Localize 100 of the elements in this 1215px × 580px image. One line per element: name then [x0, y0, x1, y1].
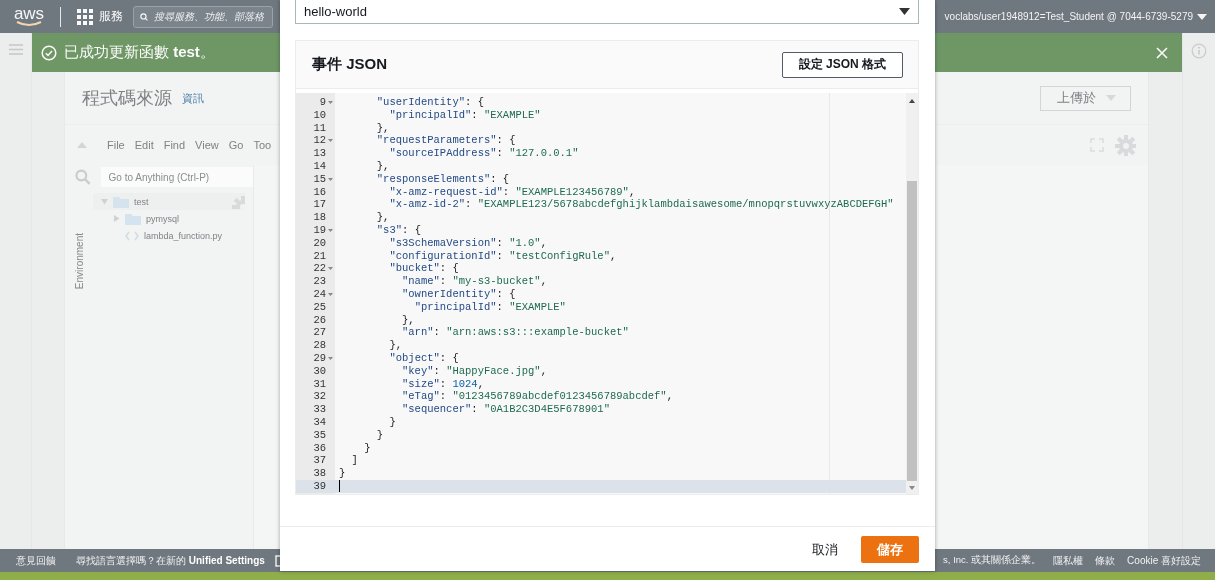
code-line: "sourceIPAddress": "127.0.0.1" [388, 147, 579, 160]
code-line: }, [401, 313, 415, 327]
footer-link[interactable]: Cookie 喜好設定 [1127, 553, 1201, 568]
folder-icon [125, 212, 141, 225]
line-number: 14 [313, 160, 326, 173]
menu-item[interactable]: Find [163, 139, 186, 151]
line-number: 31 [313, 377, 326, 391]
text-cursor [339, 480, 340, 493]
folder-name[interactable]: pymysql [146, 213, 179, 224]
line-number: 26 [313, 313, 326, 327]
code-line: "bucket": { [388, 262, 459, 276]
format-json-button[interactable]: 設定 JSON 格式 [781, 51, 903, 78]
services-menu[interactable]: 服務 [77, 8, 123, 25]
scrollbar[interactable] [906, 93, 918, 494]
line-number: 39 [313, 479, 326, 493]
line-number: 16 [313, 185, 326, 199]
menu-item[interactable]: File [107, 139, 125, 151]
line-number: 20 [313, 236, 326, 250]
scrollbar-thumb[interactable] [907, 181, 917, 481]
line-number: 28 [313, 339, 326, 352]
menu-item[interactable]: Go [228, 139, 244, 151]
info-link[interactable]: 資訊 [182, 90, 204, 106]
line-number: 25 [313, 300, 326, 314]
line-number: 24 [313, 287, 326, 301]
line-number: 22 [313, 262, 326, 276]
fold-arrow-icon[interactable] [328, 139, 333, 143]
language-hint: 尋找語言選擇嗎？在新的 Unified Settings [76, 553, 265, 568]
line-number: 37 [313, 454, 326, 468]
copyright-text: s, Inc. 或其關係企業。 [943, 554, 1042, 567]
code-line: "ownerIdentity": { [401, 287, 516, 301]
line-number: 17 [313, 198, 326, 212]
cancel-button[interactable]: 取消 [812, 536, 838, 563]
footer-link[interactable]: 條款 [1095, 553, 1116, 568]
folder-name[interactable]: test [134, 196, 149, 207]
search-icon [75, 169, 91, 185]
code-line: } [388, 415, 396, 429]
fold-arrow-icon[interactable] [328, 100, 333, 104]
line-number: 10 [313, 108, 326, 122]
line-number: 32 [313, 390, 326, 404]
caret-icon [1197, 13, 1207, 20]
save-button[interactable]: 儲存 [861, 536, 919, 563]
search-field[interactable]: 搜尋服務、功能、部落格 [133, 5, 273, 28]
code-line: "requestParameters": { [375, 134, 516, 148]
close-icon[interactable] [1156, 46, 1168, 59]
line-number: 18 [313, 211, 326, 224]
code-line: } [363, 441, 371, 455]
code-line: "key": "HappyFace.jpg", [401, 364, 547, 378]
dropdown-caret-icon [899, 8, 910, 15]
menu-item[interactable]: Too [253, 139, 272, 151]
fold-arrow-icon[interactable] [328, 356, 333, 360]
code-line: }, [375, 211, 390, 224]
check-circle-icon [41, 44, 57, 61]
line-number: 15 [313, 172, 326, 186]
line-number: 33 [313, 403, 326, 416]
line-number: 35 [313, 428, 326, 442]
menu-item[interactable]: View [195, 139, 219, 151]
account-menu[interactable]: voclabs/user1948912=Test_Student @ 7044-6739-5279 [944, 11, 1207, 22]
fold-arrow-icon[interactable] [328, 177, 333, 181]
code-line: } [375, 428, 384, 442]
line-number: 30 [313, 364, 326, 378]
line-number: 13 [313, 147, 326, 160]
success-message: 已成功更新函數 test。 [64, 43, 215, 62]
menu-item[interactable]: Edit [134, 139, 154, 151]
card-title: 事件 JSON [312, 55, 387, 74]
code-line: "object": { [388, 351, 459, 365]
line-number: 27 [313, 326, 326, 340]
code-line: }, [375, 160, 390, 173]
section-title: 程式碼來源 [82, 87, 172, 110]
line-number: 21 [313, 249, 326, 263]
logo-text[interactable]: aws [13, 6, 45, 21]
file-name[interactable]: lambda_function.py [144, 230, 223, 241]
code-line: "arn": "arn:aws:s3:::example-bucket" [401, 326, 629, 340]
goto-field[interactable]: Go to Anything (Ctrl-P) [100, 167, 253, 187]
line-number: 19 [313, 223, 326, 237]
code-line: }, [375, 121, 390, 135]
code-line: "name": "my-s3-bucket", [401, 275, 547, 288]
scroll-up-icon[interactable] [909, 99, 915, 103]
code-line: "responseElements": { [375, 172, 510, 186]
caret-icon [1106, 95, 1116, 101]
line-number: 38 [313, 467, 326, 480]
code-line: "x-amz-id-2": "EXAMPLE123/5678abcdefghijklambdaisawesome/mnopqrstuvwxyzABCDEFGH" [388, 198, 894, 212]
line-number: 29 [313, 351, 326, 365]
event-select[interactable]: hello-world [295, 0, 919, 24]
upload-button[interactable]: 上傳於 [1040, 85, 1131, 111]
scroll-down-icon[interactable] [909, 486, 915, 490]
code-line: "s3SchemaVersion": "1.0", [388, 236, 547, 250]
code-line: }, [388, 339, 402, 352]
code-line: "s3": { [375, 223, 421, 237]
code-line: ] [350, 454, 358, 468]
environment-tab[interactable]: Environment [73, 233, 85, 290]
fold-arrow-icon[interactable] [328, 292, 333, 296]
line-number: 9 [319, 96, 326, 109]
code-line: "principalId": "EXAMPLE" [413, 300, 566, 314]
smile-icon [16, 21, 42, 27]
fold-arrow-icon[interactable] [328, 228, 333, 232]
fold-arrow-icon[interactable] [328, 267, 333, 271]
footer-link[interactable]: 隱私權 [1053, 553, 1084, 568]
feedback-link[interactable]: 意見回饋 [16, 553, 56, 568]
code-line: "userIdentity": { [375, 96, 484, 109]
code-line: "sequencer": "0A1B2C3D4E5F678901" [401, 403, 610, 416]
